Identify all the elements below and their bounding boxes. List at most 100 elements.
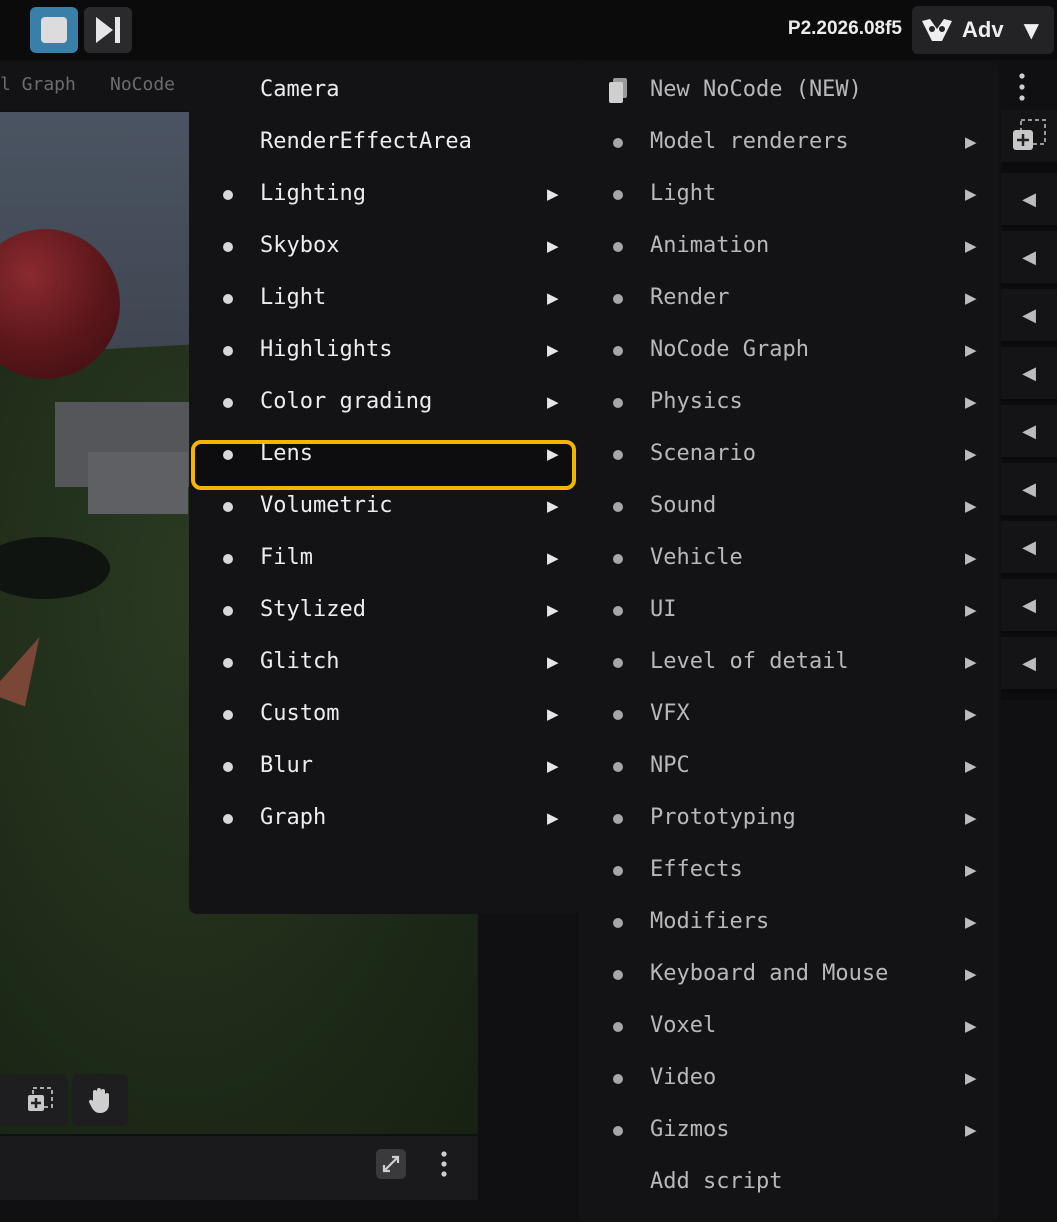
menu-item-label: Skybox xyxy=(260,233,340,258)
collapse-arrow-icon[interactable]: ◀ xyxy=(1001,637,1057,692)
menu-item[interactable]: Model renderers ▶ xyxy=(579,117,999,169)
bullet-icon xyxy=(613,554,623,564)
bullet-icon xyxy=(223,242,233,252)
menu-item[interactable]: Voxel ▶ xyxy=(579,1001,999,1053)
visor-logo-icon xyxy=(922,19,952,41)
component-side-strip: ◀ ◀ ◀ ◀ ◀ ◀ ◀ ◀ ◀ xyxy=(1001,110,1057,700)
chevron-down-icon: ▼ xyxy=(1023,18,1039,42)
menu-item[interactable]: Render ▶ xyxy=(579,273,999,325)
menu-item-label: Custom xyxy=(260,701,340,726)
collapse-arrow-icon[interactable]: ◀ xyxy=(1001,289,1057,344)
submenu-arrow-icon: ▶ xyxy=(547,705,559,723)
menu-item-label: Highlights xyxy=(260,337,393,362)
menu-item[interactable]: RenderEffectArea xyxy=(189,117,581,169)
menu-item[interactable]: Camera xyxy=(189,65,581,117)
submenu-arrow-icon: ▶ xyxy=(547,289,559,307)
menu-item[interactable]: Sound ▶ xyxy=(579,481,999,533)
menu-item-label: NoCode Graph xyxy=(650,337,809,362)
menu-item[interactable]: UI ▶ xyxy=(579,585,999,637)
submenu-arrow-icon: ▶ xyxy=(965,445,977,463)
bullet-icon xyxy=(613,242,623,252)
submenu-arrow-icon: ▶ xyxy=(965,757,977,775)
menu-item-label: Level of detail xyxy=(650,649,849,674)
collapse-arrow-icon[interactable]: ◀ xyxy=(1001,579,1057,634)
hand-tool-button[interactable] xyxy=(72,1074,128,1126)
submenu-arrow-icon: ▶ xyxy=(547,237,559,255)
bullet-icon xyxy=(223,346,233,356)
menu-item[interactable]: Volumetric ▶ xyxy=(189,481,581,533)
stop-button[interactable] xyxy=(30,7,78,53)
menu-item-label: Gizmos xyxy=(650,1117,730,1142)
menu-item-label: Animation xyxy=(650,233,770,258)
menu-item[interactable]: Film ▶ xyxy=(189,533,581,585)
menu-item[interactable]: Lighting ▶ xyxy=(189,169,581,221)
submenu-arrow-icon: ▶ xyxy=(965,1121,977,1139)
add-object-button[interactable] xyxy=(12,1074,68,1126)
menu-item[interactable]: Stylized ▶ xyxy=(189,585,581,637)
menu-item[interactable]: VFX ▶ xyxy=(579,689,999,741)
collapse-arrow-icon[interactable]: ◀ xyxy=(1001,231,1057,286)
menu-item[interactable]: Effects ▶ xyxy=(579,845,999,897)
menu-item-label: VFX xyxy=(650,701,690,726)
menu-item[interactable]: Modifiers ▶ xyxy=(579,897,999,949)
menu-item[interactable]: Light ▶ xyxy=(189,273,581,325)
mode-dropdown[interactable]: Adv ▼ xyxy=(912,6,1054,54)
submenu-arrow-icon: ▶ xyxy=(965,861,977,879)
add-component-button[interactable] xyxy=(1001,110,1057,165)
menu-item-label: Vehicle xyxy=(650,545,743,570)
menu-item[interactable]: Light ▶ xyxy=(579,169,999,221)
menu-item[interactable]: Skybox ▶ xyxy=(189,221,581,273)
menu-item[interactable]: Prototyping ▶ xyxy=(579,793,999,845)
expand-icon[interactable] xyxy=(375,1148,407,1180)
submenu-arrow-icon: ▶ xyxy=(965,133,977,151)
submenu-arrow-icon: ▶ xyxy=(965,237,977,255)
menu-item[interactable]: Blur ▶ xyxy=(189,741,581,793)
submenu-arrow-icon: ▶ xyxy=(965,549,977,567)
menu-item[interactable]: Scenario ▶ xyxy=(579,429,999,481)
submenu-arrow-icon: ▶ xyxy=(547,497,559,515)
version-label: P2.2026.08f5 xyxy=(787,18,902,39)
submenu-arrow-icon: ▶ xyxy=(547,757,559,775)
step-forward-button[interactable] xyxy=(84,7,132,53)
menu-item[interactable]: Color grading ▶ xyxy=(189,377,581,429)
submenu-arrow-icon: ▶ xyxy=(965,965,977,983)
bullet-icon xyxy=(223,190,233,200)
menu-item[interactable]: NPC ▶ xyxy=(579,741,999,793)
bullet-icon xyxy=(613,450,623,460)
menu-item[interactable]: NoCode Graph ▶ xyxy=(579,325,999,377)
menu-item[interactable]: New NoCode (NEW) xyxy=(579,65,999,117)
collapse-arrow-icon[interactable]: ◀ xyxy=(1001,521,1057,576)
menu-item[interactable]: Animation ▶ xyxy=(579,221,999,273)
menu-item[interactable]: Keyboard and Mouse ▶ xyxy=(579,949,999,1001)
document-icon xyxy=(609,78,627,103)
tab-graph[interactable]: l Graph xyxy=(0,74,76,95)
submenu-arrow-icon: ▶ xyxy=(965,289,977,307)
step-forward-icon xyxy=(96,17,120,43)
mode-label: Adv xyxy=(962,17,1004,42)
submenu-arrow-icon: ▶ xyxy=(965,601,977,619)
collapse-arrow-icon[interactable]: ◀ xyxy=(1001,173,1057,228)
bullet-icon xyxy=(223,398,233,408)
menu-item-label: Modifiers xyxy=(650,909,770,934)
menu-item[interactable]: Custom ▶ xyxy=(189,689,581,741)
menu-item[interactable]: Gizmos ▶ xyxy=(579,1105,999,1157)
menu-item[interactable]: Graph ▶ xyxy=(189,793,581,845)
menu-item[interactable]: Physics ▶ xyxy=(579,377,999,429)
collapse-arrow-icon[interactable]: ◀ xyxy=(1001,405,1057,460)
submenu-arrow-icon: ▶ xyxy=(965,497,977,515)
menu-item[interactable]: Highlights ▶ xyxy=(189,325,581,377)
menu-item[interactable]: Add script xyxy=(579,1157,999,1209)
kebab-menu-icon[interactable] xyxy=(1012,70,1032,104)
bullet-icon xyxy=(613,606,623,616)
menu-item[interactable]: Video ▶ xyxy=(579,1053,999,1105)
menu-item[interactable]: Lens ▶ xyxy=(189,429,581,481)
tab-nocode[interactable]: NoCode xyxy=(110,74,175,95)
menu-item-label: Scenario xyxy=(650,441,756,466)
submenu-arrow-icon: ▶ xyxy=(547,549,559,567)
menu-item[interactable]: Glitch ▶ xyxy=(189,637,581,689)
collapse-arrow-icon[interactable]: ◀ xyxy=(1001,347,1057,402)
collapse-arrow-icon[interactable]: ◀ xyxy=(1001,463,1057,518)
kebab-menu-icon[interactable] xyxy=(436,1148,452,1180)
menu-item[interactable]: Vehicle ▶ xyxy=(579,533,999,585)
menu-item[interactable]: Level of detail ▶ xyxy=(579,637,999,689)
